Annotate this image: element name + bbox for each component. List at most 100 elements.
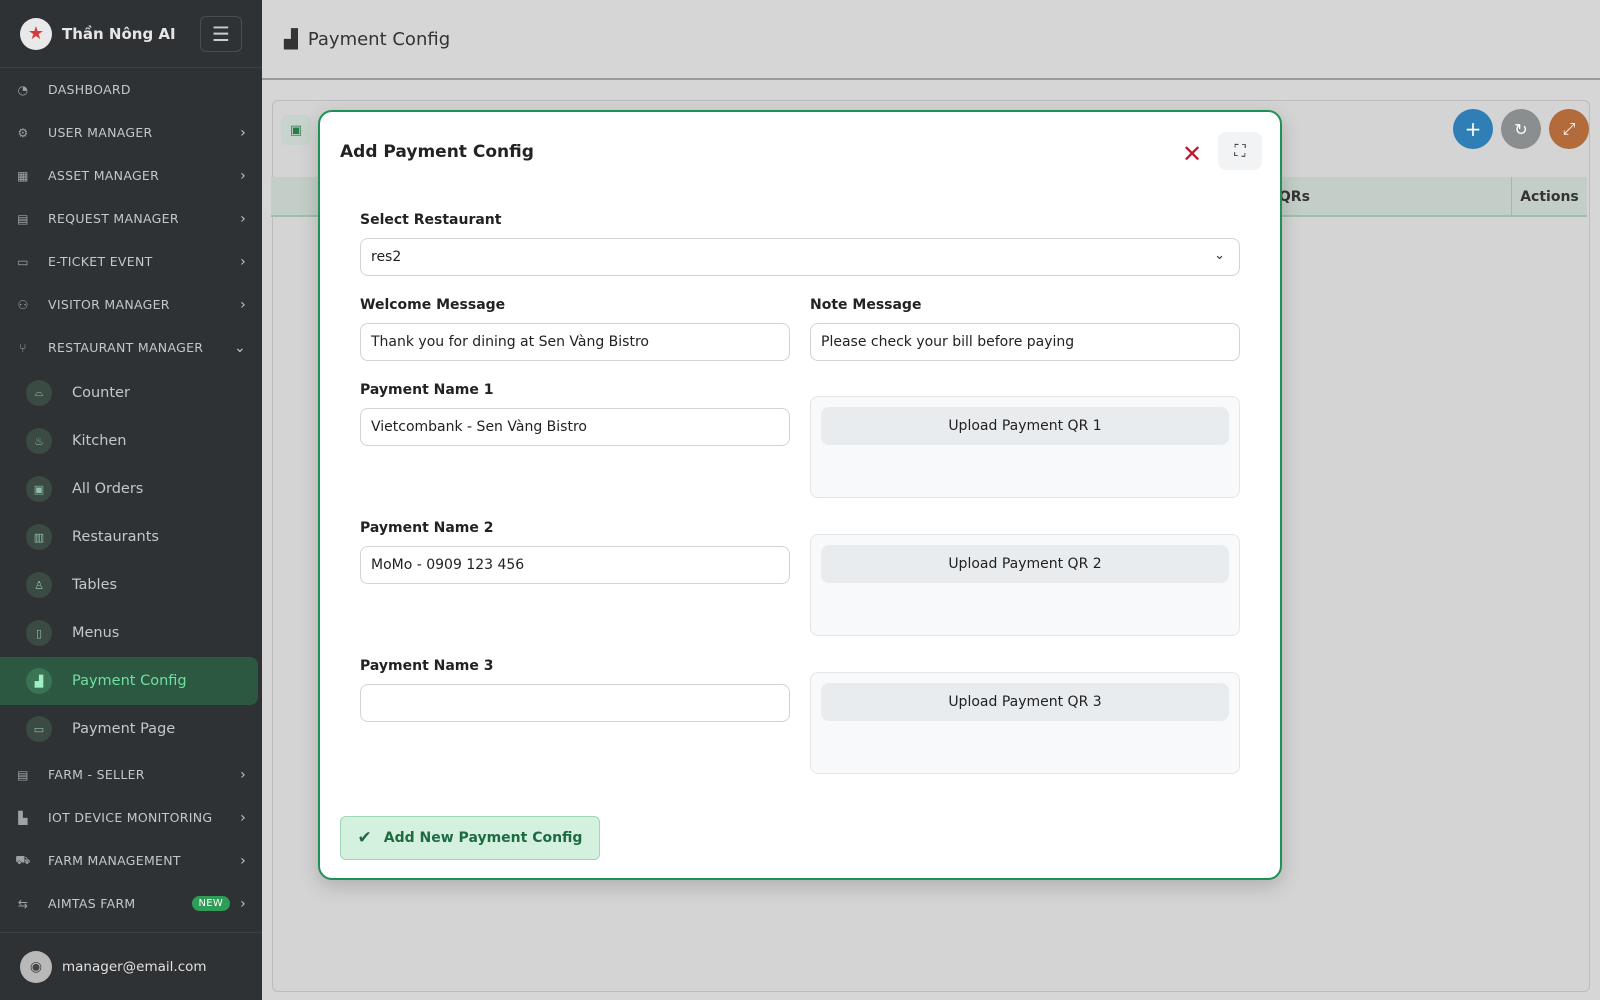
user-email: manager@email.com [62,958,207,975]
sidebar-item-label: IOT DEVICE MONITORING [48,810,213,825]
gauge-icon: ◔ [17,82,29,97]
column-header-actions: Actions [1511,177,1587,217]
wallet-icon: ▣ [281,115,311,145]
check-icon: ✔ [357,828,372,848]
sidebar-item-request-manager[interactable]: ▤ REQUEST MANAGER › [0,197,262,240]
tractor-icon: ⛟ [15,852,31,867]
sidebar-item-e-ticket-event[interactable]: ▭ E-TICKET EVENT › [0,240,262,283]
sidebar-item-tables[interactable]: ♙ Tables [0,561,262,609]
refresh-button[interactable]: ↻ [1501,109,1541,149]
credit-card-icon: ▭ [26,716,52,742]
sidebar-item-iot-device-monitoring[interactable]: ▙ IOT DEVICE MONITORING › [0,796,262,839]
note-message-input[interactable]: Please check your bill before paying [810,323,1240,361]
chevron-right-icon: › [240,124,246,141]
add-button[interactable]: + [1453,109,1493,149]
sidebar-item-label: Counter [72,385,130,401]
warehouse-icon: ▤ [17,767,29,782]
hamburger-icon: ☰ [212,21,230,46]
sidebar-item-payment-page[interactable]: ▭ Payment Page [0,705,262,753]
visitors-icon: ⚇ [17,297,29,312]
sidebar-item-label: Menus [72,625,120,641]
chevron-right-icon: › [240,852,246,869]
sidebar-item-label: Payment Page [72,721,176,737]
upload-payment-qr-1-button[interactable]: Upload Payment QR 1 [821,407,1229,445]
chart-icon: ▟ [26,668,52,694]
payment-qr-2-upload-area[interactable]: Upload Payment QR 2 [810,534,1240,636]
sidebar-item-menus[interactable]: ▯ Menus [0,609,262,657]
sidebar-item-kitchen[interactable]: ♨ Kitchen [0,417,262,465]
expand-button[interactable]: ⤢ [1549,109,1589,149]
sidebar-item-aimtas-farm[interactable]: ⇆ AIMTAS FARM NEW › [0,882,262,925]
book-icon: ▯ [26,620,52,646]
clipboard-icon: ▤ [17,211,29,226]
sidebar-item-label: E-TICKET EVENT [48,254,153,269]
sidebar-item-restaurants[interactable]: ▥ Restaurants [0,513,262,561]
sidebar-item-label: Payment Config [72,673,187,689]
logo-icon: ★ [20,17,52,50]
restaurant-select[interactable]: res2 ⌄ [360,238,1240,276]
utensils-icon: ⑂ [19,340,27,355]
sidebar-item-all-orders[interactable]: ▣ All Orders [0,465,262,513]
user-profile[interactable]: ◉ manager@email.com [0,932,262,1000]
sidebar-item-visitor-manager[interactable]: ⚇ VISITOR MANAGER › [0,283,262,326]
payment-name-3-input[interactable] [360,684,790,722]
sidebar-item-restaurant-manager[interactable]: ⑂ RESTAURANT MANAGER ⌄ [0,326,262,369]
chevron-right-icon: › [240,809,246,826]
sidebar-item-payment-config[interactable]: ▟ Payment Config [0,657,258,705]
add-new-payment-config-button[interactable]: ✔ Add New Payment Config [340,816,600,860]
sidebar-item-label: AIMTAS FARM [48,896,136,911]
modal-title: Add Payment Config [340,142,534,162]
sidebar-item-label: USER MANAGER [48,125,153,140]
chevron-right-icon: › [240,253,246,270]
sidebar-item-label: REQUEST MANAGER [48,211,179,226]
sidebar-nav-lower: ▤ FARM - SELLER › ▙ IOT DEVICE MONITORIN… [0,753,262,925]
payment-name-1-input[interactable]: Vietcombank - Sen Vàng Bistro [360,408,790,446]
submit-button-label: Add New Payment Config [383,830,583,846]
welcome-message-input[interactable]: Thank you for dining at Sen Vàng Bistro [360,323,790,361]
chevron-right-icon: › [240,167,246,184]
sidebar-item-user-manager[interactable]: ⚙ USER MANAGER › [0,111,262,154]
sidebar-item-label: Tables [72,577,118,593]
restaurant-submenu: ⌓ Counter ♨ Kitchen ▣ All Orders ▥ Resta… [0,369,262,753]
payment-name-2-input[interactable]: MoMo - 0909 123 456 [360,546,790,584]
expand-icon: ⤢ [1562,119,1576,138]
sidebar-item-counter[interactable]: ⌓ Counter [0,369,262,417]
page-header: ▟ Payment Config [262,0,1600,80]
store-icon: ▥ [26,524,52,550]
sidebar-item-farm-management[interactable]: ⛟ FARM MANAGEMENT › [0,839,262,882]
ticket-icon: ▭ [17,254,29,269]
sidebar-item-asset-manager[interactable]: ▦ ASSET MANAGER › [0,154,262,197]
chair-icon: ♙ [26,572,52,598]
sidebar-item-label: Restaurants [72,529,159,545]
chevron-right-icon: › [240,210,246,227]
note-message-label: Note Message [810,297,922,313]
select-restaurant-label: Select Restaurant [360,212,502,228]
sitemap-icon: ▦ [17,168,29,183]
fire-icon: ♨ [26,428,52,454]
brand-name: Thần Nông AI [62,24,176,43]
chevron-down-icon: ⌄ [1214,248,1225,263]
sidebar-item-label: ASSET MANAGER [48,168,160,183]
orders-icon: ▣ [26,476,52,502]
maximize-button[interactable]: ⛶ [1218,132,1262,170]
industry-icon: ▙ [18,810,28,825]
sidebar-header: ★ Thần Nông AI ☰ [0,0,262,68]
sidebar-item-farm-seller[interactable]: ▤ FARM - SELLER › [0,753,262,796]
sidebar-item-label: FARM MANAGEMENT [48,853,181,868]
maximize-icon: ⛶ [1234,141,1246,160]
handshake-icon: ⇆ [17,896,29,911]
payment-qr-1-upload-area[interactable]: Upload Payment QR 1 [810,396,1240,498]
payment-qr-3-upload-area[interactable]: Upload Payment QR 3 [810,672,1240,774]
page-title: Payment Config [307,28,451,50]
welcome-message-label: Welcome Message [360,297,506,313]
sidebar-item-dashboard[interactable]: ◔ DASHBOARD [0,68,262,111]
chevron-right-icon: › [240,296,246,313]
upload-payment-qr-3-button[interactable]: Upload Payment QR 3 [821,683,1229,721]
menu-toggle-button[interactable]: ☰ [200,15,242,52]
chevron-down-icon: ⌄ [233,339,246,356]
restaurant-select-value: res2 [371,249,402,265]
close-button[interactable]: ✕ [1178,140,1206,168]
upload-payment-qr-2-button[interactable]: Upload Payment QR 2 [821,545,1229,583]
sidebar-item-label: DASHBOARD [48,82,131,97]
sidebar-item-label: All Orders [72,481,144,497]
